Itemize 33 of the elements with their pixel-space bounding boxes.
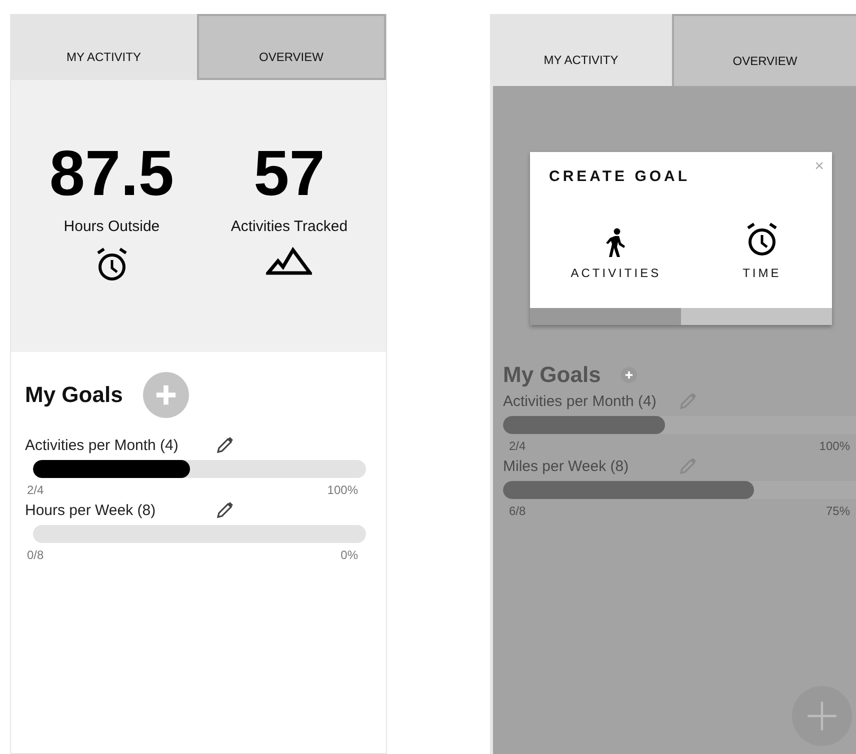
stat-value: 87.5 (49, 138, 174, 208)
add-goal-button[interactable] (142, 372, 189, 418)
mountains-icon (266, 247, 312, 275)
pencil-icon[interactable] (216, 501, 234, 519)
progress-percent: 100% (327, 483, 358, 497)
progress-count: 6/8 (509, 504, 526, 518)
progress-count: 2/4 (27, 483, 44, 497)
goal-label: Miles per Week (8) (503, 458, 630, 474)
plus-icon (622, 369, 635, 381)
goal-label: Activities per Month (4) (503, 392, 658, 410)
goal-label: Activities per Month (4) (25, 436, 180, 454)
goal-type-option[interactable]: ACTIVITIES (570, 266, 662, 280)
progress-count: 2/4 (509, 439, 526, 453)
tab[interactable]: OVERVIEW (672, 14, 856, 86)
goal-type-option[interactable]: TIME (742, 266, 782, 280)
stat-label: Hours Outside (64, 218, 160, 235)
alarm-clock-icon (94, 247, 129, 283)
section-title: My Goals (503, 362, 601, 388)
add-goal-button[interactable] (620, 367, 637, 383)
tab[interactable]: MY ACTIVITY (11, 14, 196, 80)
section-title: My Goals (25, 382, 123, 408)
progress-count: 0/8 (27, 548, 44, 562)
tab[interactable]: OVERVIEW (196, 14, 386, 80)
progress-percent: 0% (340, 548, 358, 562)
stat-value: 57 (254, 138, 325, 208)
alarm-clock-icon[interactable] (744, 222, 779, 258)
progress-percent: 100% (819, 439, 850, 453)
stat-label: Activities Tracked (230, 218, 348, 235)
goal-label: Hours per Week (8) (25, 502, 157, 518)
dialog-title: CREATE GOAL (549, 168, 690, 185)
walking-person-icon[interactable] (604, 228, 627, 258)
progress-percent: 75% (826, 504, 850, 518)
pencil-icon[interactable] (216, 436, 234, 454)
